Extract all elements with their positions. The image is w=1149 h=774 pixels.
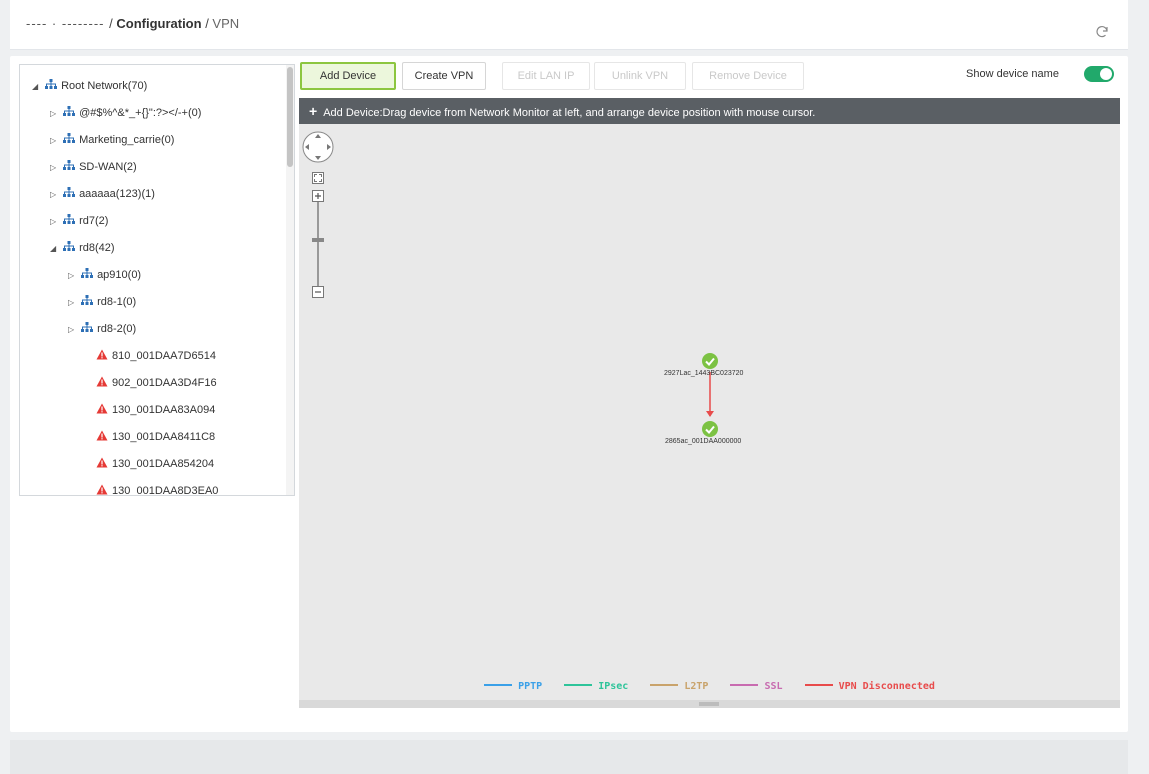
network-icon [63, 106, 76, 116]
tree-node[interactable]: ▷ aaaaaa(123)(1) [50, 185, 155, 203]
pan-control-icon[interactable] [301, 130, 335, 164]
tree-node[interactable]: ▷ ap910(0) [68, 266, 141, 284]
tree-node[interactable]: ◢ rd8(42) [50, 239, 115, 257]
tree-node[interactable]: ▷ rd8-1(0) [68, 293, 136, 311]
network-icon [81, 295, 94, 305]
network-icon [63, 241, 76, 251]
device-label[interactable]: 2865ac_001DAA000000 [665, 438, 741, 445]
expand-toggle-icon[interactable]: ▷ [68, 321, 78, 339]
tree-node[interactable]: 130_001DAA8D3EA0 [86, 482, 219, 496]
breadcrumb-configuration[interactable]: Configuration [116, 16, 201, 31]
expand-toggle-icon[interactable]: ▷ [50, 159, 60, 177]
device-node-check-circle-icon[interactable] [701, 352, 719, 370]
unlink-vpn-button[interactable]: Unlink VPN [594, 62, 686, 90]
vpn-legend: PPTP IPsec L2TP SSL VPN Disconnected [299, 681, 1120, 697]
tree-node[interactable]: ▷ rd8-2(0) [68, 320, 136, 338]
expand-toggle-icon[interactable]: ▷ [68, 294, 78, 312]
warning-icon [96, 484, 108, 495]
add-device-hint-text: Add Device:Drag device from Network Moni… [323, 107, 816, 119]
create-vpn-button[interactable]: Create VPN [402, 62, 486, 90]
tree-node-label: 130_001DAA854204 [112, 458, 215, 470]
tree-node-label: rd8-2(0) [97, 323, 137, 335]
expand-toggle-icon[interactable]: ◢ [50, 240, 60, 258]
tree-node[interactable]: ▷ SD-WAN(2) [50, 158, 137, 176]
tree-node[interactable]: ▷ @#$%^&*_+{}":?></-+(0) [50, 104, 201, 122]
legend-item-ssl: SSL [730, 681, 783, 692]
tree-node-label: SD-WAN(2) [79, 161, 137, 173]
warning-icon [96, 376, 108, 387]
network-icon [63, 160, 76, 170]
tree-node-label: ap910(0) [97, 269, 142, 281]
tree-node[interactable]: 130_001DAA854204 [86, 455, 214, 473]
zoom-fit-icon[interactable] [312, 172, 324, 184]
tree-node-label: rd8-1(0) [97, 296, 137, 308]
tree-node-label: rd8(42) [79, 242, 115, 254]
warning-icon [96, 349, 108, 360]
breadcrumb: ---- · -------- / Configuration / VPN [26, 16, 239, 31]
tree-node-label: Root Network(70) [61, 80, 148, 92]
show-device-name-label: Show device name [966, 68, 1059, 80]
show-device-name-toggle[interactable] [1084, 66, 1114, 82]
refresh-icon[interactable] [1094, 24, 1110, 40]
breadcrumb-prefix[interactable]: ---- · -------- [26, 16, 109, 31]
network-icon [81, 268, 94, 278]
expand-toggle-icon[interactable]: ◢ [32, 78, 42, 96]
tree-node-label: 902_001DAA3D4F16 [112, 377, 217, 389]
vpn-config-panel: ◢ Root Network(70) ▷ @#$%^&*_+{}":?></-+(… [10, 56, 1128, 732]
legend-item-ipsec: IPsec [564, 681, 628, 692]
network-icon [63, 133, 76, 143]
tree-node-label: 130_001DAA83A094 [112, 404, 216, 416]
footer-band [10, 740, 1128, 774]
topology-canvas[interactable] [299, 124, 1120, 702]
add-device-button[interactable]: Add Device [300, 62, 396, 90]
zoom-slider-handle[interactable] [312, 238, 324, 242]
expand-toggle-icon[interactable]: ▷ [50, 105, 60, 123]
zoom-slider-track[interactable] [317, 202, 319, 286]
network-tree: ◢ Root Network(70) ▷ @#$%^&*_+{}":?></-+(… [19, 64, 295, 496]
network-icon [81, 322, 94, 332]
tree-node[interactable]: 902_001DAA3D4F16 [86, 374, 217, 392]
network-icon [45, 79, 58, 89]
tree-node-label: aaaaaa(123)(1) [79, 188, 155, 200]
breadcrumb-separator: / [201, 16, 213, 31]
tree-node[interactable]: ◢ Root Network(70) [32, 77, 147, 95]
device-label[interactable]: 2927Lac_1443BC023720 [664, 370, 743, 377]
legend-item-vpn-disconnected: VPN Disconnected [804, 681, 935, 692]
expand-toggle-icon[interactable]: ▷ [50, 213, 60, 231]
tree-node[interactable]: ▷ Marketing_carrie(0) [50, 131, 174, 149]
add-device-hint-bar: + Add Device:Drag device from Network Mon… [299, 98, 1120, 124]
canvas-scrollbar[interactable] [299, 700, 1120, 708]
tree-node[interactable]: 130_001DAA83A094 [86, 401, 215, 419]
device-node-check-circle-icon[interactable] [701, 420, 719, 438]
breadcrumb-page-vpn: VPN [212, 16, 240, 31]
zoom-in-icon[interactable] [312, 190, 324, 202]
expand-toggle-icon[interactable]: ▷ [50, 132, 60, 150]
warning-icon [96, 430, 108, 441]
page-header: ---- · -------- / Configuration / VPN [10, 0, 1128, 50]
network-icon [63, 187, 76, 197]
expand-toggle-icon[interactable]: ▷ [68, 267, 78, 285]
zoom-out-icon[interactable] [312, 286, 324, 298]
tree-node[interactable]: 810_001DAA7D6514 [86, 347, 216, 365]
tree-node[interactable]: 130_001DAA8411C8 [86, 428, 215, 446]
network-icon [63, 214, 76, 224]
tree-scrollbar[interactable] [286, 65, 294, 495]
tree-node-label: 810_001DAA7D6514 [112, 350, 216, 362]
legend-item-pptp: PPTP [484, 681, 542, 692]
expand-toggle-icon[interactable]: ▷ [50, 186, 60, 204]
tree-node-label: 130_001DAA8D3EA0 [112, 485, 219, 496]
plus-icon: + [309, 103, 318, 119]
tree-node[interactable]: ▷ rd7(2) [50, 212, 108, 230]
legend-item-l2tp: L2TP [650, 681, 708, 692]
tree-node-label: 130_001DAA8411C8 [112, 431, 216, 443]
remove-device-button[interactable]: Remove Device [692, 62, 804, 90]
tree-node-label: rd7(2) [79, 215, 109, 227]
warning-icon [96, 403, 108, 414]
warning-icon [96, 457, 108, 468]
tree-node-label: @#$%^&*_+{}":?></-+(0) [79, 107, 202, 119]
tree-node-label: Marketing_carrie(0) [79, 134, 175, 146]
edit-lan-ip-button[interactable]: Edit LAN IP [502, 62, 590, 90]
